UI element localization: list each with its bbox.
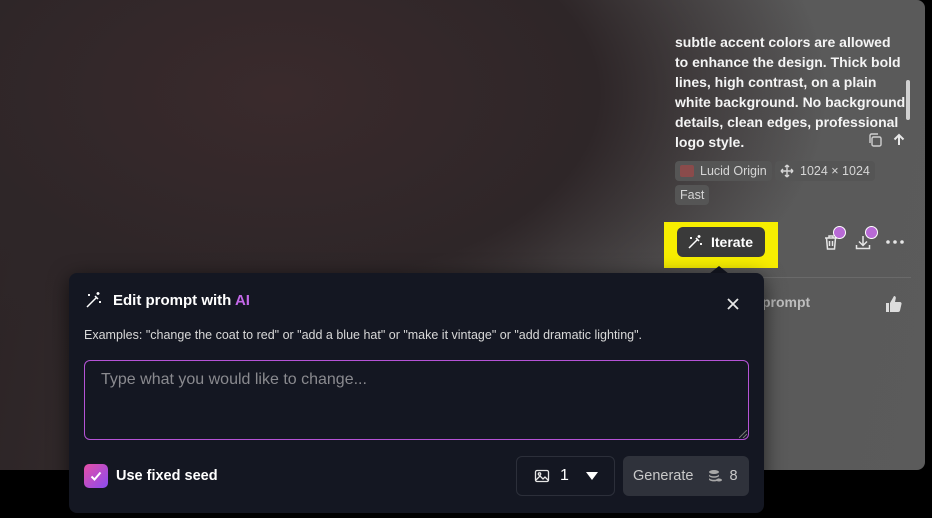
checkmark-icon xyxy=(90,471,102,481)
size-tag-label: 1024 × 1024 xyxy=(800,164,870,178)
move-arrows-icon xyxy=(780,164,794,178)
popover-title: Edit prompt with AI xyxy=(85,291,250,309)
occluded-prompt-label: prompt xyxy=(762,294,811,310)
copy-icon[interactable] xyxy=(867,132,883,148)
more-options-icon[interactable] xyxy=(885,232,905,252)
generate-cost-value: 8 xyxy=(729,468,738,484)
speed-tag: Fast xyxy=(675,185,710,205)
examples-hint: Examples: "change the coat to red" or "a… xyxy=(84,328,643,342)
magic-wand-icon xyxy=(688,235,702,249)
model-tag-label: Lucid Origin xyxy=(700,164,767,178)
premium-badge-icon xyxy=(833,226,846,239)
resize-handle-icon[interactable] xyxy=(739,430,747,438)
change-prompt-input[interactable] xyxy=(84,360,749,440)
image-count-select[interactable]: 1 xyxy=(516,456,615,496)
fixed-seed-checkbox[interactable] xyxy=(84,464,108,488)
iterate-label: Iterate xyxy=(711,234,754,250)
arrow-up-icon[interactable] xyxy=(891,132,907,148)
magic-wand-icon xyxy=(86,292,101,308)
close-button[interactable] xyxy=(724,295,742,313)
speed-tag-label: Fast xyxy=(680,188,705,202)
image-count-value: 1 xyxy=(560,467,569,484)
iterate-button[interactable]: Iterate xyxy=(677,227,765,257)
caret-down-icon xyxy=(585,472,598,480)
size-tag: 1024 × 1024 xyxy=(775,161,875,181)
model-tag: Lucid Origin xyxy=(675,161,772,181)
edit-prompt-popover: Edit prompt with AI Examples: "change th… xyxy=(69,273,764,513)
popover-title-text: Edit prompt with xyxy=(113,291,235,309)
coins-icon xyxy=(709,470,723,482)
divider xyxy=(763,277,911,278)
fixed-seed-label: Use fixed seed xyxy=(116,468,218,484)
generate-cost: 8 xyxy=(707,468,738,484)
thumbs-up-icon[interactable] xyxy=(884,294,904,314)
premium-badge-icon xyxy=(865,226,878,239)
close-icon xyxy=(727,298,739,310)
popover-title-ai: AI xyxy=(234,291,250,309)
generate-label: Generate xyxy=(633,468,694,484)
model-thumbnail-icon xyxy=(680,165,694,177)
prompt-scrollbar[interactable] xyxy=(906,80,910,120)
image-icon xyxy=(534,469,550,483)
generate-button[interactable]: Generate 8 xyxy=(623,456,749,496)
